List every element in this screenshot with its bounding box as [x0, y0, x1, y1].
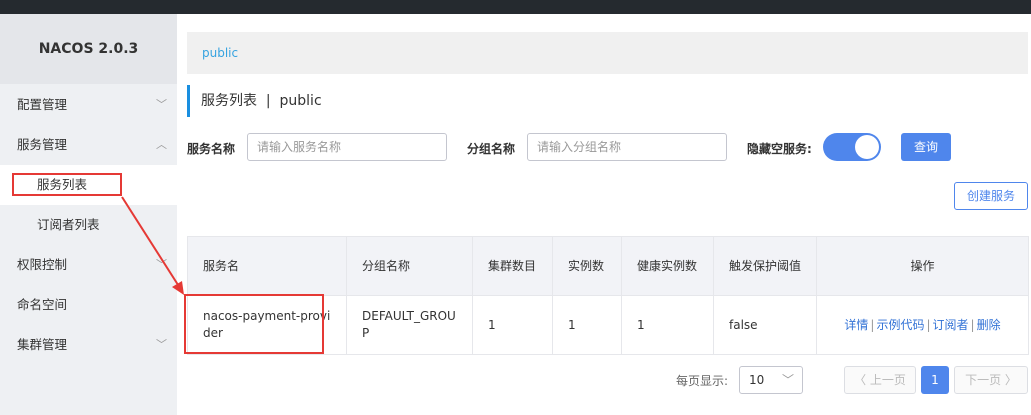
annotation-arrow	[121, 196, 184, 295]
